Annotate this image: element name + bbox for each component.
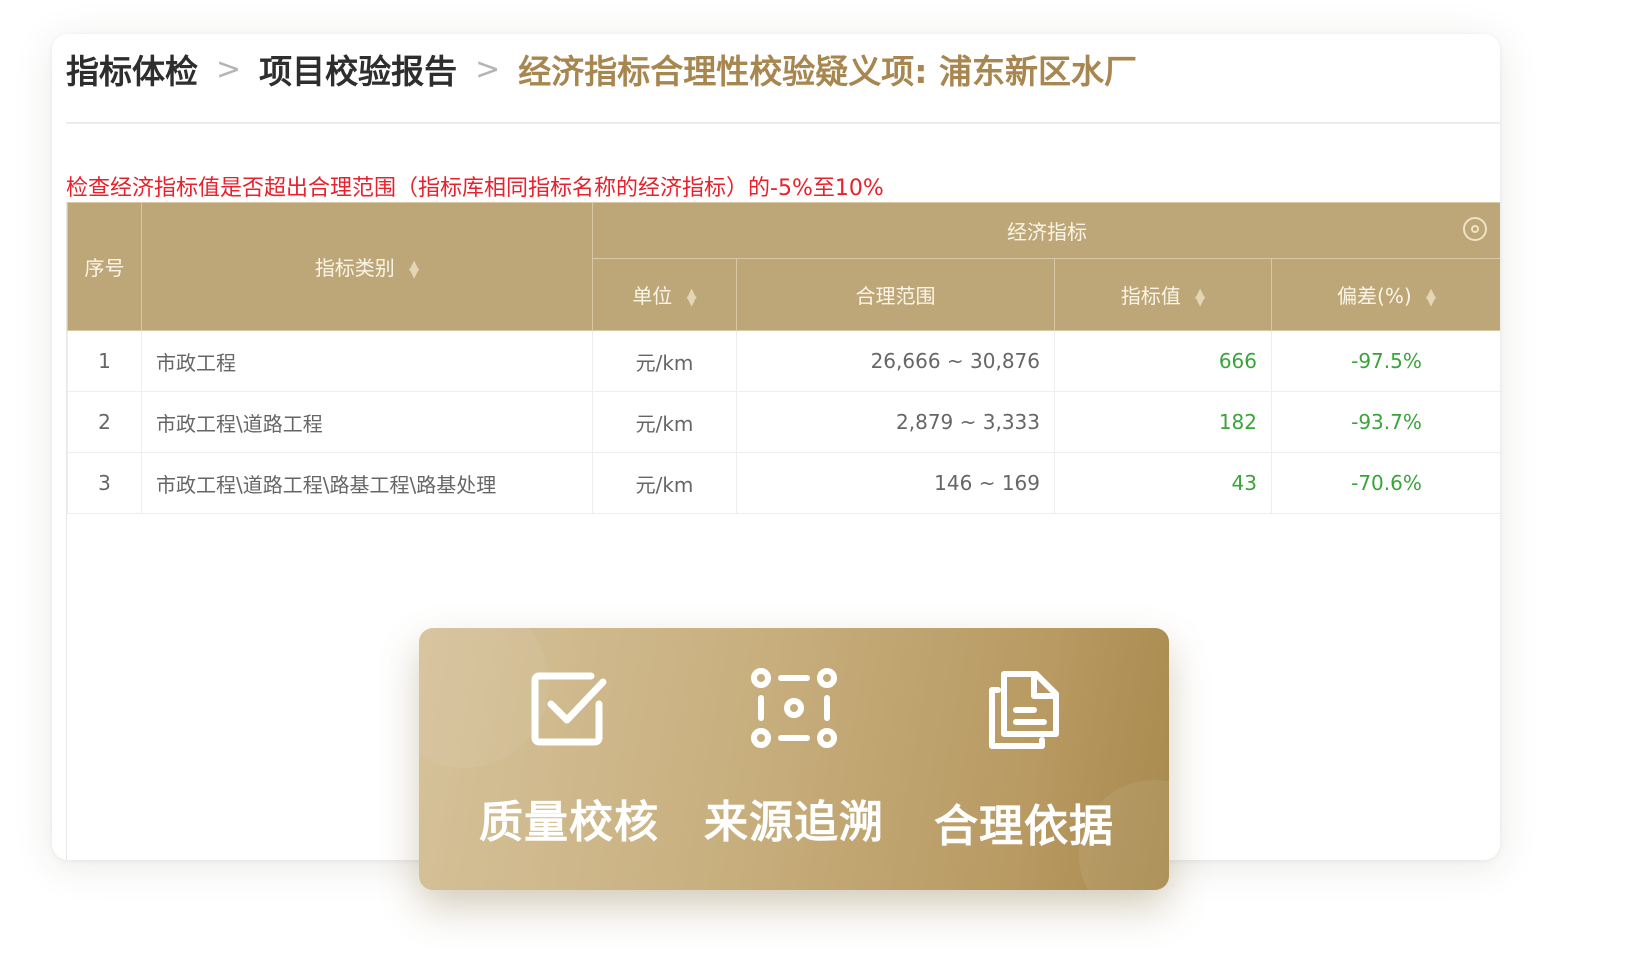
page: 指标体检 > 项目校验报告 > 经济指标合理性校验疑义项: 浦东新区水厂 检查经… bbox=[0, 0, 1631, 955]
validation-notice: 检查经济指标值是否超出合理范围（指标库相同指标名称的经济指标）的-5%至10% bbox=[66, 176, 884, 201]
cell-category: 市政工程\道路工程\路基工程\路基处理 bbox=[141, 452, 593, 514]
feature-reasoning-basis: 合理依据 bbox=[914, 668, 1134, 854]
column-header-value-label: 指标值 bbox=[1120, 284, 1181, 308]
cell-value: 43 bbox=[1054, 452, 1272, 514]
checkbox-icon bbox=[459, 668, 679, 748]
column-header-range-label: 合理范围 bbox=[855, 284, 936, 308]
indicator-table: 序号 指标类别 ▲ ▼ 经济指标 单位 ▲ ▼ 合理范围 指标值 ▲ ▼ 偏差(… bbox=[67, 202, 1500, 514]
cell-deviation: -93.7% bbox=[1271, 391, 1500, 453]
chevron-right-icon: > bbox=[475, 51, 501, 87]
sort-icon[interactable]: ▲ ▼ bbox=[687, 287, 697, 308]
breadcrumb-item-health-check[interactable]: 指标体检 bbox=[66, 45, 198, 93]
breadcrumb: 指标体检 > 项目校验报告 > 经济指标合理性校验疑义项: 浦东新区水厂 bbox=[66, 44, 1137, 94]
column-group-economic: 经济指标 bbox=[592, 202, 1500, 259]
column-header-unit[interactable]: 单位 ▲ ▼ bbox=[592, 258, 737, 331]
column-header-deviation-label: 偏差(%) bbox=[1337, 284, 1412, 308]
column-header-index-label: 序号 bbox=[84, 256, 125, 280]
cell-index: 2 bbox=[67, 391, 142, 453]
feature-source-trace: 来源追溯 bbox=[684, 668, 904, 850]
cell-unit: 元/km bbox=[592, 452, 737, 514]
trace-nodes-icon bbox=[684, 668, 904, 748]
cell-category: 市政工程\道路工程 bbox=[141, 391, 593, 453]
document-icon bbox=[914, 668, 1134, 752]
sort-icon[interactable]: ▲ ▼ bbox=[1426, 287, 1436, 308]
column-header-range: 合理范围 bbox=[736, 258, 1055, 331]
column-header-value[interactable]: 指标值 ▲ ▼ bbox=[1054, 258, 1272, 331]
header-divider bbox=[66, 122, 1500, 124]
feature-quality-check: 质量校核 bbox=[459, 668, 679, 850]
column-header-category-label: 指标类别 bbox=[314, 256, 395, 280]
column-header-deviation[interactable]: 偏差(%) ▲ ▼ bbox=[1271, 258, 1500, 331]
cell-range: 146 ~ 169 bbox=[736, 452, 1055, 514]
cell-value: 666 bbox=[1054, 330, 1272, 392]
column-group-economic-label: 经济指标 bbox=[1007, 220, 1087, 244]
table-row[interactable]: 3 市政工程\道路工程\路基工程\路基处理 元/km 146 ~ 169 43 … bbox=[67, 452, 1500, 514]
cell-category: 市政工程 bbox=[141, 330, 593, 392]
cell-deviation: -97.5% bbox=[1271, 330, 1500, 392]
sort-icon[interactable]: ▲ ▼ bbox=[1195, 287, 1205, 308]
cell-index: 3 bbox=[67, 452, 142, 514]
table-row[interactable]: 1 市政工程 元/km 26,666 ~ 30,876 666 -97.5% bbox=[67, 330, 1500, 392]
cell-index: 1 bbox=[67, 330, 142, 392]
cell-value: 182 bbox=[1054, 391, 1272, 453]
cell-deviation: -70.6% bbox=[1271, 452, 1500, 514]
feature-label: 质量校核 bbox=[479, 797, 659, 848]
feature-label: 合理依据 bbox=[934, 801, 1114, 852]
chevron-right-icon: > bbox=[216, 51, 242, 87]
column-settings-icon[interactable] bbox=[1463, 217, 1487, 241]
cell-unit: 元/km bbox=[592, 391, 737, 453]
column-header-category[interactable]: 指标类别 ▲ ▼ bbox=[141, 202, 593, 331]
breadcrumb-item-report[interactable]: 项目校验报告 bbox=[259, 45, 457, 93]
feature-label: 来源追溯 bbox=[704, 797, 884, 848]
cell-unit: 元/km bbox=[592, 330, 737, 392]
feature-panel: 质量校核 来源追溯 合理依据 bbox=[419, 628, 1169, 890]
column-header-unit-label: 单位 bbox=[632, 284, 673, 308]
cell-range: 26,666 ~ 30,876 bbox=[736, 330, 1055, 392]
sort-icon[interactable]: ▲ ▼ bbox=[409, 259, 419, 280]
column-header-index: 序号 bbox=[67, 202, 142, 331]
cell-range: 2,879 ~ 3,333 bbox=[736, 391, 1055, 453]
table-row[interactable]: 2 市政工程\道路工程 元/km 2,879 ~ 3,333 182 -93.7… bbox=[67, 391, 1500, 453]
breadcrumb-current: 经济指标合理性校验疑义项: 浦东新区水厂 bbox=[518, 52, 1137, 91]
